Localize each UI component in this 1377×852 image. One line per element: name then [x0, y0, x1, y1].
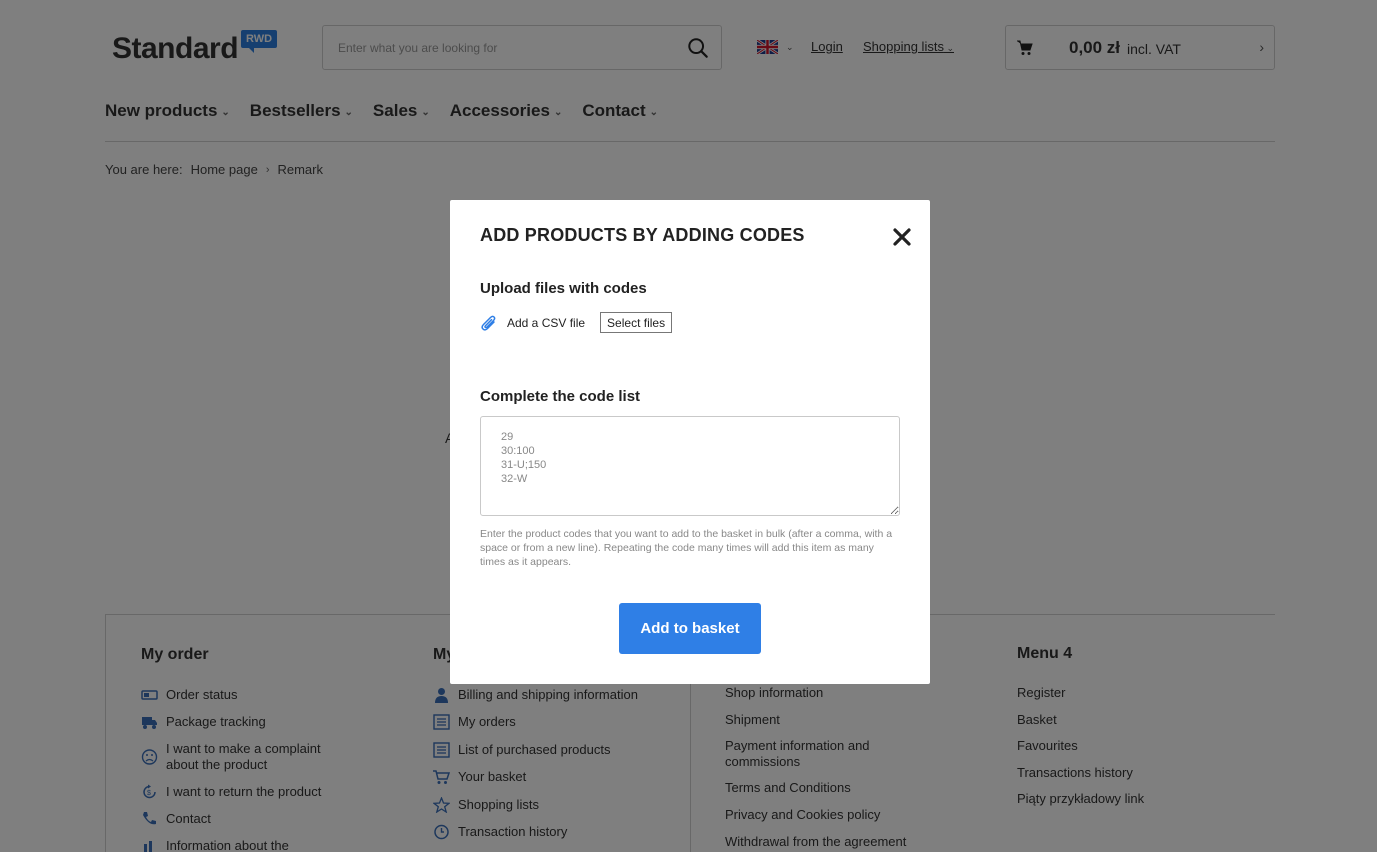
close-icon[interactable]: [892, 227, 912, 247]
modal-title: ADD PRODUCTS BY ADDING CODES: [480, 225, 805, 245]
upload-row: Add a CSV file Select files: [480, 312, 673, 333]
add-by-codes-modal: ADD PRODUCTS BY ADDING CODES Upload file…: [450, 200, 930, 684]
upload-label: Add a CSV file: [507, 315, 586, 330]
add-to-basket-button[interactable]: Add to basket: [619, 603, 761, 654]
codes-section-title: Complete the code list: [480, 388, 641, 405]
paperclip-icon: [481, 315, 496, 331]
codes-textarea[interactable]: [480, 416, 900, 516]
codes-help-text: Enter the product codes that you want to…: [480, 528, 893, 568]
upload-section-title: Upload files with codes: [480, 280, 647, 297]
select-files-button[interactable]: Select files: [600, 312, 673, 333]
